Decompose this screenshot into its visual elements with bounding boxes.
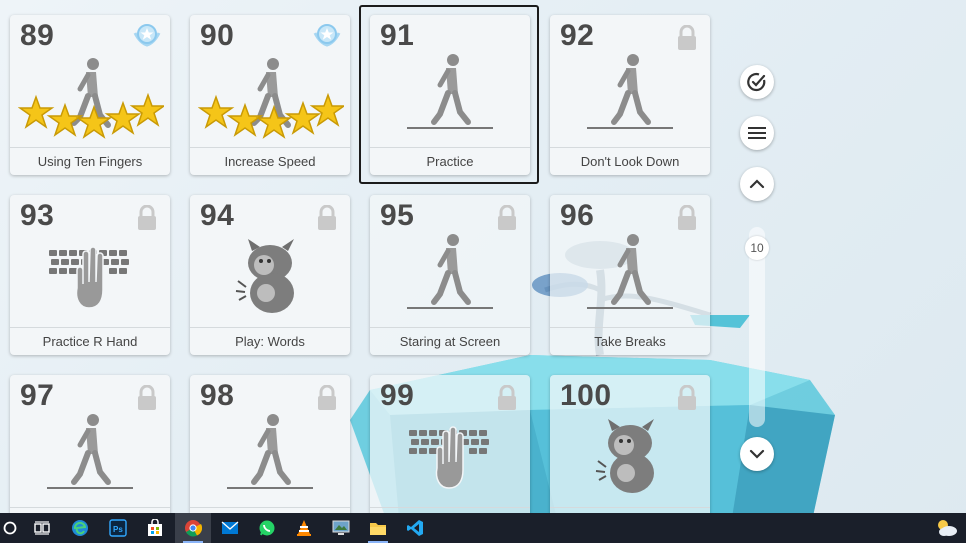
star-icon — [255, 104, 293, 139]
lesson-card-93[interactable]: 93 Practice R Hand — [10, 195, 170, 355]
lesson-title: Staring at Screen — [370, 327, 530, 355]
walking-person-icon — [227, 414, 313, 489]
monster-game-icon — [235, 239, 294, 313]
star-icon — [18, 94, 55, 129]
photoshop-icon: Ps — [109, 519, 127, 537]
star-icon — [46, 102, 84, 137]
walking-person-icon — [407, 54, 493, 129]
tray-weather[interactable] — [928, 513, 964, 543]
lesson-title: Using Ten Fingers — [10, 147, 170, 175]
lesson-card-92[interactable]: 92 Don't Look Down — [550, 15, 710, 175]
keyboard-hand-icon — [409, 426, 489, 489]
lesson-card-90[interactable]: 90 Increase Speed — [190, 15, 350, 175]
taskbar-whatsapp[interactable] — [249, 513, 285, 543]
keyboard-hand-icon — [49, 246, 129, 309]
walking-person-icon — [407, 234, 493, 309]
start-circle-icon — [3, 521, 17, 535]
star-icon — [129, 93, 164, 127]
screen-icon — [332, 520, 350, 535]
task-view-icon — [34, 521, 50, 535]
lesson-card-89[interactable]: 89 Using Ten Fingers — [10, 15, 170, 175]
page-indicator: 10 — [745, 236, 769, 260]
taskbar-photoshop[interactable]: Ps — [100, 513, 136, 543]
taskbar-mail[interactable] — [212, 513, 248, 543]
five-stars-rating — [198, 93, 344, 139]
walking-person-icon — [587, 234, 673, 309]
mail-icon — [221, 521, 239, 534]
menu-button[interactable] — [740, 116, 774, 150]
scroll-up-button[interactable] — [740, 167, 774, 201]
lesson-card-99[interactable]: 99 — [370, 375, 530, 535]
star-icon — [226, 102, 264, 137]
lesson-map-scene: 89 Using Ten Fingers 90 Increase Speed 9… — [0, 0, 966, 543]
edge-icon — [72, 520, 88, 536]
taskbar-vscode[interactable] — [397, 513, 433, 543]
whatsapp-icon — [259, 520, 275, 536]
weather-icon — [938, 520, 957, 536]
file-explorer-icon — [370, 523, 386, 535]
taskbar-edge[interactable] — [62, 513, 98, 543]
vlc-icon — [297, 520, 311, 536]
check-progress-button[interactable] — [740, 65, 774, 99]
lesson-title: Don't Look Down — [550, 147, 710, 175]
monster-game-icon — [595, 419, 654, 493]
vscode-icon — [407, 520, 423, 536]
check-circle-icon — [747, 72, 766, 92]
chrome-icon — [185, 520, 202, 537]
lesson-card-91[interactable]: 91 Practice — [370, 15, 530, 175]
taskbar-chrome[interactable] — [175, 513, 211, 543]
menu-icon — [748, 127, 766, 139]
lesson-card-97[interactable]: 97 — [10, 375, 170, 535]
lesson-title: Play: Words — [190, 327, 350, 355]
taskbar-store[interactable] — [137, 513, 173, 543]
walking-person-icon — [587, 54, 673, 129]
star-icon — [309, 93, 344, 127]
svg-text:Ps: Ps — [113, 525, 123, 534]
lesson-title: Practice — [370, 147, 530, 175]
five-stars-rating — [18, 93, 164, 139]
lesson-card-98[interactable]: 98 — [190, 375, 350, 535]
lesson-title: Practice R Hand — [10, 327, 170, 355]
star-icon — [198, 94, 235, 129]
lesson-card-95[interactable]: 95 Staring at Screen — [370, 195, 530, 355]
lesson-card-96[interactable]: 96 Take Breaks — [550, 195, 710, 355]
scroll-down-button[interactable] — [740, 437, 774, 471]
chevron-up-icon — [749, 179, 765, 189]
lesson-title: Increase Speed — [190, 147, 350, 175]
lesson-title: Take Breaks — [550, 327, 710, 355]
taskbar-file-explorer[interactable] — [360, 513, 396, 543]
start-button[interactable] — [0, 513, 20, 543]
chevron-down-icon — [749, 449, 765, 459]
windows-taskbar: Ps — [0, 513, 966, 543]
taskbar-vlc[interactable] — [286, 513, 322, 543]
star-icon — [75, 104, 113, 139]
store-icon — [148, 519, 162, 536]
lesson-card-94[interactable]: 94 Play: Words — [190, 195, 350, 355]
walking-person-icon — [47, 414, 133, 489]
lesson-card-100[interactable]: 100 — [550, 375, 710, 535]
task-view-button[interactable] — [24, 513, 60, 543]
taskbar-screen[interactable] — [323, 513, 359, 543]
